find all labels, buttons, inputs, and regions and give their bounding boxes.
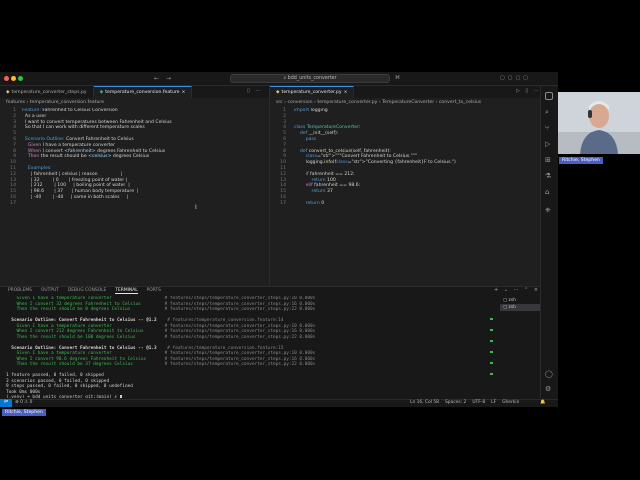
close-icon[interactable]: × xyxy=(344,90,348,95)
notifications-icon[interactable]: 🔔 xyxy=(540,400,545,405)
run-debug-icon[interactable]: ▷ xyxy=(545,140,550,148)
panel-tabs: PROBLEMS OUTPUT DEBUG CONSOLE TERMINAL P… xyxy=(8,288,161,294)
line-ending[interactable]: LF xyxy=(491,400,496,405)
breadcrumb-item[interactable]: temperature_conversion.feature xyxy=(30,100,104,105)
minimize-window-button[interactable] xyxy=(11,76,16,81)
right-editor-tabs: ◆ temperature_converter.py × xyxy=(270,86,540,98)
remote-indicator-icon[interactable]: ⇌ xyxy=(0,399,12,407)
explorer-icon[interactable] xyxy=(545,92,553,100)
account-icon[interactable]: ◯ xyxy=(545,370,553,378)
presenter-name-tag: Ritchie, Stephen xyxy=(559,157,603,164)
status-right: Ln 16, Col 58 Spaces: 2 UTF-8 LF Gherkin xyxy=(410,400,519,405)
line-number: 17 xyxy=(10,200,16,206)
terminal-output[interactable]: Given I have a temperature converter # f… xyxy=(6,296,494,398)
remote-icon[interactable]: ⌂ xyxy=(545,188,549,196)
tab-converter[interactable]: ◆ temperature_converter.py × xyxy=(270,86,355,98)
tab-output[interactable]: OUTPUT xyxy=(41,288,59,294)
window-title: bdd_units_converter xyxy=(287,76,337,81)
close-icon[interactable]: × xyxy=(181,90,185,95)
problems-count[interactable]: ⊗ 0 ⚠ 0 xyxy=(15,400,32,405)
terminal-item-active[interactable]: ▢ zsh xyxy=(500,304,540,311)
tab-ports[interactable]: PORTS xyxy=(147,288,161,294)
breadcrumb-left: features › temperature_conversion.featur… xyxy=(6,100,105,105)
line-numbers-right: 1 2 3 4 5 6 7 8 9 10 11 12 13 14 15 16 17 xyxy=(270,108,286,207)
indentation[interactable]: Spaces: 2 xyxy=(445,400,466,405)
search-icon[interactable]: ⌕ xyxy=(545,108,549,117)
cursor-position[interactable]: Ln 16, Col 58 xyxy=(410,400,439,405)
presenter-video xyxy=(558,92,640,154)
extensions-icon[interactable]: ⊞ xyxy=(545,156,551,164)
encoding[interactable]: UTF-8 xyxy=(472,400,485,405)
back-arrow-icon[interactable]: ← xyxy=(154,75,159,82)
screen-share-top xyxy=(0,0,640,72)
terminal-item-label: zsh xyxy=(508,298,516,303)
docker-icon[interactable]: ⎈ xyxy=(545,206,551,215)
feature-code[interactable]: Feature: Fahrenheit to Celsius Conversio… xyxy=(22,108,267,207)
gear-icon[interactable]: ⚙ xyxy=(545,385,551,393)
breadcrumb-item[interactable]: conversion xyxy=(287,100,312,105)
layout-toggle-icons[interactable]: ▢▢▢▢ xyxy=(500,75,531,81)
breadcrumb-item[interactable]: TemperatureConverter xyxy=(382,100,434,105)
left-editor-tabs: ◆ temperature_converter_steps.py ◆ tempera… xyxy=(0,86,269,98)
terminal-item[interactable]: ▢ zsh xyxy=(500,297,540,304)
tab-label: temperature_converter_steps.py xyxy=(11,89,87,95)
activity-bar xyxy=(540,86,558,399)
tab-label: temperature_conversion.feature xyxy=(105,90,180,95)
terminal-item-label: zsh xyxy=(508,305,516,310)
language-mode[interactable]: Gherkin xyxy=(502,400,519,405)
line-numbers-left: 1 2 3 4 5 6 7 8 9 10 11 12 13 14 15 16 17 xyxy=(0,108,16,207)
terminal-gutter-markers xyxy=(490,318,493,393)
panel-actions-icons[interactable]: + ⌄ ⋯ ⌃ × xyxy=(494,287,540,293)
tab-steps[interactable]: ◆ temperature_converter_steps.py xyxy=(0,86,94,98)
tab-terminal[interactable]: TERMINAL xyxy=(115,288,138,294)
forward-arrow-icon[interactable]: → xyxy=(166,75,171,82)
copilot-icon[interactable]: ⌘ xyxy=(395,75,400,81)
python-line: return 0 xyxy=(305,200,325,206)
testing-icon[interactable]: ⚗ xyxy=(545,172,551,180)
tab-label: temperature_converter.py xyxy=(281,90,342,95)
text-cursor-icon: I xyxy=(195,204,197,211)
python-file-icon: ◆ xyxy=(6,89,10,95)
source-control-icon[interactable]: ⑂ xyxy=(545,124,549,132)
line-number: 17 xyxy=(280,200,286,206)
tab-feature[interactable]: ◆ temperature_conversion.feature × xyxy=(93,86,193,98)
tab-debug-console[interactable]: DEBUG CONSOLE xyxy=(68,288,106,294)
feature-file-icon: ◆ xyxy=(99,90,104,95)
presenter-silhouette xyxy=(558,92,640,154)
python-file-icon: ◆ xyxy=(276,90,280,95)
editor-actions-icons[interactable]: ▷ ▯ ⋯ xyxy=(516,88,541,94)
breadcrumb-item[interactable]: src xyxy=(276,100,283,105)
presenter-name-tag-bottom: Ritchie, Stephen xyxy=(2,409,46,416)
feature-line xyxy=(22,201,267,207)
breadcrumb-item[interactable]: convert_to_celsius xyxy=(439,100,481,105)
tab-problems[interactable]: PROBLEMS xyxy=(8,288,32,294)
terminal-line: (.venv) ➜ bdd_units_converter git:(main)… xyxy=(6,395,494,398)
breadcrumb-item[interactable]: features xyxy=(6,100,25,105)
breadcrumb-right: src › conversion › temperature_converter… xyxy=(276,100,482,105)
command-center-search[interactable]: ⌕ bdd_units_converter xyxy=(230,74,390,83)
close-window-button[interactable] xyxy=(4,76,9,81)
python-code[interactable]: import logging class TemperatureConverte… xyxy=(294,108,538,207)
breadcrumb-item[interactable]: temperature_converter.py xyxy=(317,100,377,105)
terminal-list: ▢ zsh ▢ zsh xyxy=(500,297,540,311)
maximize-window-button[interactable] xyxy=(18,76,23,81)
editor-actions-icons[interactable]: ▯ ⋯ xyxy=(247,88,262,94)
